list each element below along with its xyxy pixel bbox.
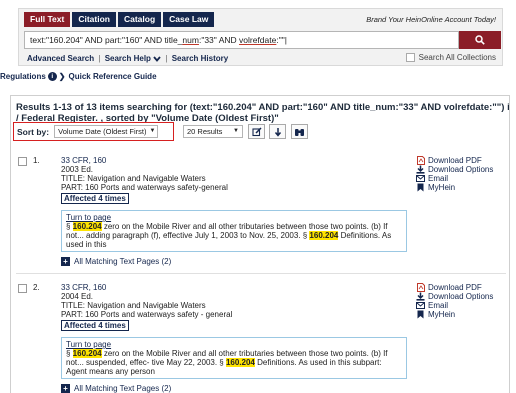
search-all-collections[interactable]: Search All Collections <box>405 53 496 62</box>
all-matching-pages-link[interactable]: + All Matching Text Pages (2) <box>61 384 171 393</box>
info-icon[interactable]: i <box>47 71 57 81</box>
sort-order-button[interactable] <box>269 124 286 139</box>
chevron-right-icon: ❯ <box>58 71 66 81</box>
result-checkbox[interactable] <box>18 157 27 166</box>
result-number: 1. <box>33 156 40 165</box>
find-in-results-button[interactable] <box>291 124 308 139</box>
turn-to-page-link[interactable]: Turn to page <box>66 340 402 349</box>
result-citation-link[interactable]: 33 CFR, 160 <box>61 156 381 165</box>
pdf-icon <box>416 283 425 292</box>
tab-case-law[interactable]: Case Law <box>163 12 215 27</box>
search-panel: Full Text Citation Catalog Case Law Bran… <box>18 8 503 66</box>
email-link[interactable]: Email <box>416 301 506 310</box>
advanced-search-link[interactable]: Advanced Search <box>27 54 94 63</box>
result-snippet: Turn to page § 160.204 zero on the Mobil… <box>61 210 407 252</box>
search-tabs: Full Text Citation Catalog Case Law <box>24 12 216 27</box>
download-icon <box>416 165 425 174</box>
tab-catalog[interactable]: Catalog <box>117 12 162 27</box>
quick-reference-guide-link[interactable]: Quick Reference Guide <box>68 72 156 81</box>
search-button[interactable] <box>459 31 501 49</box>
result-checkbox[interactable] <box>18 284 27 293</box>
envelope-icon <box>416 174 425 183</box>
email-link[interactable]: Email <box>416 174 506 183</box>
download-pdf-link[interactable]: Download PDF <box>416 156 506 165</box>
result-info: 33 CFR, 160 2003 Ed. TITLE: Navigation a… <box>61 156 381 204</box>
turn-to-page-link[interactable]: Turn to page <box>66 213 402 222</box>
result-edition: 2004 Ed. <box>61 292 94 301</box>
pdf-icon <box>416 156 425 165</box>
result-number: 2. <box>33 283 40 292</box>
tab-citation[interactable]: Citation <box>72 12 116 27</box>
search-links: Advanced Search | Search Help | Search H… <box>27 54 229 63</box>
result-info: 33 CFR, 160 2004 Ed. TITLE: Navigation a… <box>61 283 381 331</box>
plus-icon: + <box>61 257 70 266</box>
myhein-link[interactable]: MyHein <box>416 183 506 192</box>
results-per-page-select[interactable]: 20 Results ▼ <box>183 125 243 138</box>
search-input[interactable]: text:"160.204" AND part:"160" AND title_… <box>24 31 459 49</box>
search-history-link[interactable]: Search History <box>172 54 228 63</box>
results-summary: Results 1-13 of 13 items searching for (… <box>16 102 510 124</box>
result-part: PART: 160 Ports and waterways safety - g… <box>61 310 233 319</box>
envelope-icon <box>416 301 425 310</box>
result-divider <box>16 273 506 274</box>
bookmark-icon <box>416 183 425 192</box>
result-actions: Download PDF Download Options Email MyHe… <box>416 156 506 192</box>
bookmark-icon <box>416 310 425 319</box>
edit-search-button[interactable] <box>248 124 265 139</box>
download-options-link[interactable]: Download Options <box>416 292 506 301</box>
sort-select[interactable]: Volume Date (Oldest First) ▼ <box>54 125 159 138</box>
result-title: TITLE: Navigation and Navigable Waters <box>61 174 206 183</box>
all-collections-label: Search All Collections <box>418 53 496 62</box>
plus-icon: + <box>61 384 70 393</box>
affected-badge[interactable]: Affected 4 times <box>61 320 129 331</box>
brand-account-link[interactable]: Brand Your HeinOnline Account Today! <box>366 15 496 24</box>
all-collections-checkbox[interactable] <box>405 53 415 62</box>
search-icon <box>475 35 485 45</box>
sort-label: Sort by: <box>17 126 50 137</box>
caret-down-icon: ▼ <box>149 128 156 134</box>
all-matching-pages-link[interactable]: + All Matching Text Pages (2) <box>61 257 171 266</box>
regulations-link[interactable]: Regulations <box>0 72 46 81</box>
result-actions: Download PDF Download Options Email MyHe… <box>416 283 506 319</box>
result-snippet: Turn to page § 160.204 zero on the Mobil… <box>61 337 407 379</box>
edit-icon <box>251 126 262 136</box>
download-icon <box>416 292 425 301</box>
download-pdf-link[interactable]: Download PDF <box>416 283 506 292</box>
sort-control: Sort by: Volume Date (Oldest First) ▼ <box>13 122 174 141</box>
results-panel: Results 1-13 of 13 items searching for (… <box>10 95 510 393</box>
caret-down-icon: ▼ <box>233 128 239 134</box>
download-options-link[interactable]: Download Options <box>416 165 506 174</box>
chevron-down-icon[interactable] <box>153 56 161 62</box>
tab-full-text[interactable]: Full Text <box>24 12 71 27</box>
result-part: PART: 160 Ports and waterways safety-gen… <box>61 183 228 192</box>
search-help-link[interactable]: Search Help <box>105 54 151 63</box>
sort-arrow-icon <box>274 127 281 137</box>
query-row: text:"160.204" AND part:"160" AND title_… <box>24 31 501 49</box>
affected-badge[interactable]: Affected 4 times <box>61 193 129 204</box>
myhein-link[interactable]: MyHein <box>416 310 506 319</box>
result-edition: 2003 Ed. <box>61 165 94 174</box>
result-citation-link[interactable]: 33 CFR, 160 <box>61 283 381 292</box>
breadcrumb: Regulations i ❯ Quick Reference Guide <box>0 70 157 82</box>
result-title: TITLE: Navigation and Navigable Waters <box>61 301 206 310</box>
binoculars-icon <box>295 128 304 136</box>
